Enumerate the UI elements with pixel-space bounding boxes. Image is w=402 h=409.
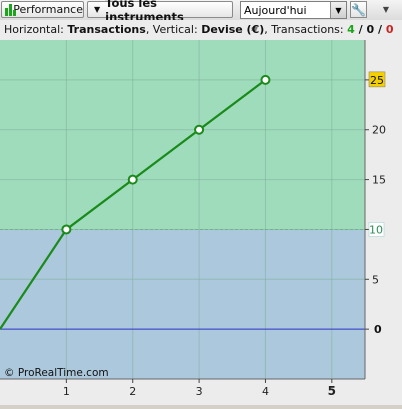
toolbar: Performance ▼ Tous les instruments Aujou… (0, 0, 402, 24)
chart-frame: 0 5 10 15 20 25 1 2 3 4 5 Horizontal: Transaction… (0, 20, 402, 405)
chevron-down-icon[interactable]: ▼ (330, 2, 346, 18)
y-tick-label: 0 (374, 323, 382, 336)
x-tick-label: 5 (328, 384, 336, 398)
y-tick-label: 15 (372, 174, 386, 187)
performance-label: Performance (13, 3, 83, 16)
x-tick-label: 1 (63, 385, 70, 398)
triangle-down-icon: ▼ (94, 5, 101, 14)
period-select[interactable]: Aujourd'hui ▼ (240, 1, 347, 19)
data-point (127, 174, 138, 185)
period-value: Aujourd'hui (244, 3, 307, 17)
x-axis: 1 2 3 4 5 (63, 379, 336, 398)
x-tick-label: 4 (262, 385, 269, 398)
lost-count: 0 (386, 23, 394, 36)
performance-button[interactable]: Performance (1, 1, 84, 18)
y-tick-label: 5 (372, 273, 379, 286)
x-tick-label: 2 (129, 385, 136, 398)
y-tick-label: 20 (372, 124, 386, 137)
triangle-down-icon[interactable]: ▼ (372, 1, 400, 18)
data-point (61, 224, 72, 235)
gain-zone (0, 40, 365, 230)
data-point (194, 124, 205, 135)
chart-header: Horizontal: Transactions, Vertical: Devi… (4, 23, 394, 36)
wrench-icon[interactable]: 🔧 (350, 1, 367, 18)
x-tick-label: 3 (196, 385, 203, 398)
bar-chart-icon (5, 3, 16, 16)
watermark: © ProRealTime.com (4, 367, 109, 379)
reference-label: 10 (369, 223, 383, 236)
performance-chart: 0 5 10 15 20 25 1 2 3 4 5 Horizontal: Transaction… (0, 23, 394, 398)
data-point (260, 74, 271, 85)
instruments-dropdown[interactable]: ▼ Tous les instruments (87, 0, 233, 24)
loss-zone (0, 229, 365, 379)
last-value-label: 25 (370, 74, 384, 87)
y-axis: 0 5 10 15 20 25 (365, 71, 386, 336)
